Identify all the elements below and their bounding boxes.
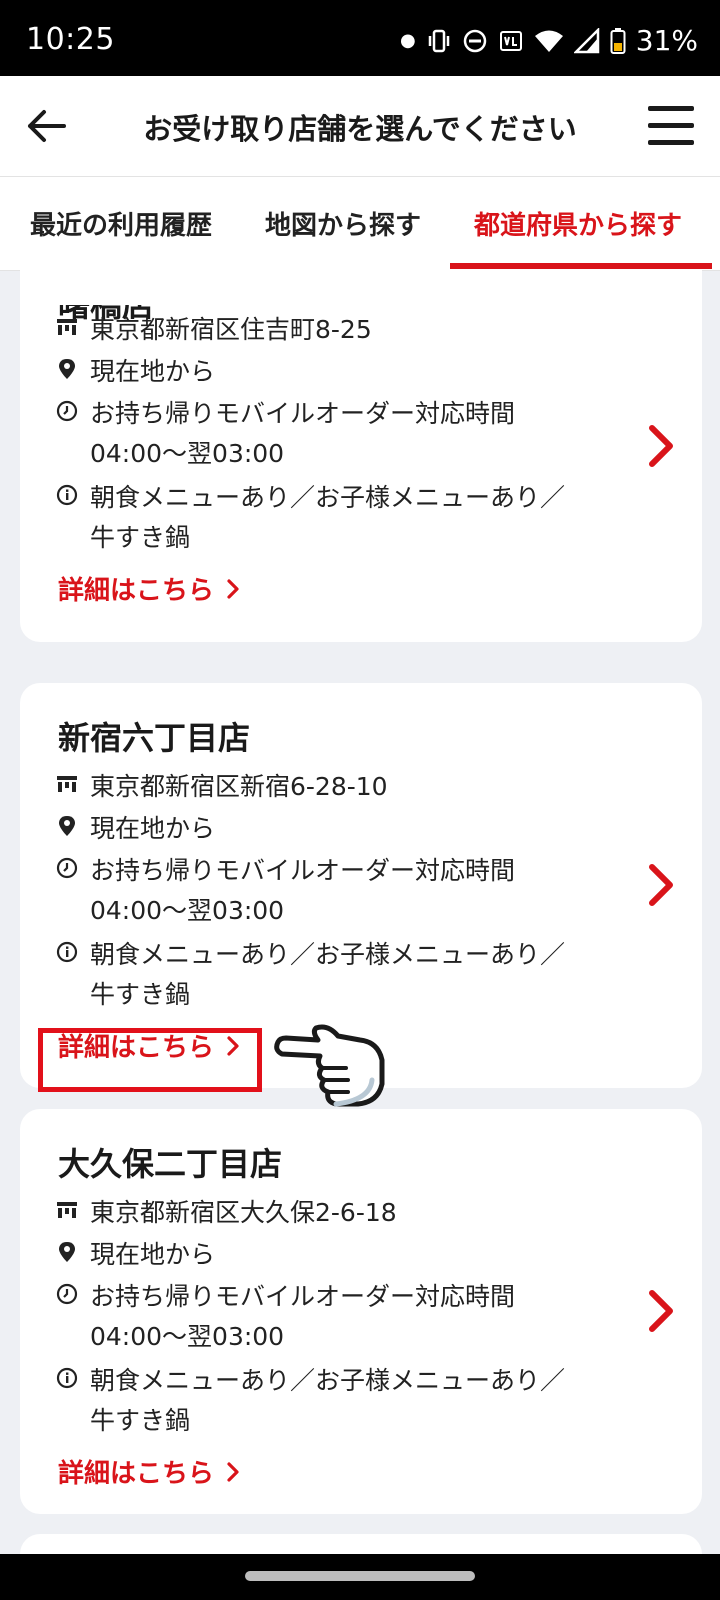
system-nav-bar bbox=[0, 1554, 720, 1600]
store-address: 東京都新宿区新宿6-28-10 bbox=[90, 772, 388, 801]
store-card[interactable] bbox=[20, 1534, 702, 1554]
status-icons: ● 31% bbox=[400, 24, 698, 57]
battery-icon bbox=[610, 27, 626, 54]
clock-icon bbox=[56, 400, 78, 422]
store-info: 朝食メニューあり／お子様メニューあり／ bbox=[90, 1366, 566, 1395]
notification-dot-icon: ● bbox=[400, 30, 416, 51]
store-distance: 現在地から bbox=[90, 357, 216, 386]
store-hours-label: お持ち帰りモバイルオーダー対応時間 bbox=[90, 399, 516, 428]
home-gesture-handle[interactable] bbox=[245, 1571, 475, 1581]
store-address: 東京都新宿区住吉町8-25 bbox=[90, 315, 372, 344]
wifi-icon bbox=[534, 30, 563, 52]
store-hours-label: お持ち帰りモバイルオーダー対応時間 bbox=[90, 1282, 516, 1311]
store-distance-row: 現在地から bbox=[56, 1235, 215, 1275]
store-distance-row: 現在地から bbox=[56, 352, 215, 392]
signal-icon bbox=[573, 27, 600, 53]
store-info-row: 朝食メニューあり／お子様メニューあり／ 牛すき鍋 bbox=[56, 1361, 565, 1441]
store-building-icon bbox=[57, 319, 77, 335]
store-hours-row: お持ち帰りモバイルオーダー対応時間 04:00〜翌03:00 bbox=[56, 394, 515, 474]
chevron-right-icon bbox=[227, 578, 239, 599]
hamburger-menu-icon[interactable] bbox=[648, 106, 694, 146]
app-header: お受け取り店舗を選んでください bbox=[0, 76, 720, 177]
store-name: 新宿六丁目店 bbox=[58, 719, 251, 757]
store-hours-row: お持ち帰りモバイルオーダー対応時間 04:00〜翌03:00 bbox=[56, 1277, 515, 1357]
info-icon bbox=[56, 941, 78, 963]
store-address-row: 東京都新宿区大久保2-6-18 bbox=[56, 1193, 397, 1233]
active-tab-indicator bbox=[450, 263, 712, 269]
clock-icon bbox=[56, 857, 78, 879]
pointing-hand-icon bbox=[274, 1024, 385, 1107]
do-not-disturb-icon bbox=[463, 29, 487, 52]
battery-level: 31% bbox=[635, 24, 698, 57]
store-detail-link[interactable]: 詳細はこちら bbox=[58, 1453, 240, 1490]
store-select-chevron-icon[interactable] bbox=[646, 424, 676, 468]
location-pin-icon bbox=[59, 1242, 75, 1262]
vibrate-icon bbox=[428, 29, 450, 52]
store-address-row: 東京都新宿区新宿6-28-10 bbox=[56, 767, 388, 807]
store-hours: 04:00〜翌03:00 bbox=[90, 1322, 285, 1351]
store-building-icon bbox=[57, 1202, 77, 1218]
store-select-chevron-icon[interactable] bbox=[646, 1289, 676, 1333]
store-info: 朝食メニューあり／お子様メニューあり／ bbox=[90, 940, 566, 969]
store-card[interactable]: 大久保二丁目店 東京都新宿区大久保2-6-18 現在地から お持ち帰りモバイルオ… bbox=[20, 1109, 702, 1514]
info-icon bbox=[56, 1367, 78, 1389]
store-detail-link[interactable]: 詳細はこちら bbox=[58, 570, 240, 607]
store-name: 大久保二丁目店 bbox=[58, 1145, 283, 1183]
store-info-row: 朝食メニューあり／お子様メニューあり／ 牛すき鍋 bbox=[56, 478, 565, 558]
store-info-extra: 牛すき鍋 bbox=[90, 1406, 191, 1435]
store-info: 朝食メニューあり／お子様メニューあり／ bbox=[90, 483, 566, 512]
store-building-icon bbox=[57, 776, 77, 792]
store-hours-row: お持ち帰りモバイルオーダー対応時間 04:00〜翌03:00 bbox=[56, 851, 515, 931]
store-hours-label: お持ち帰りモバイルオーダー対応時間 bbox=[90, 856, 516, 885]
store-distance: 現在地から bbox=[90, 814, 216, 843]
volte-icon bbox=[499, 30, 522, 51]
store-card[interactable]: 曙橋店 東京都新宿区住吉町8-25 現在地から お持ち帰りモバイルオーダー対応時… bbox=[20, 270, 702, 642]
page-title: お受け取り店舗を選んでください bbox=[143, 112, 577, 146]
store-info-extra: 牛すき鍋 bbox=[90, 980, 191, 1009]
location-pin-icon bbox=[59, 816, 75, 836]
store-address-row: 東京都新宿区住吉町8-25 bbox=[56, 310, 372, 350]
store-select-chevron-icon[interactable] bbox=[646, 863, 676, 907]
store-distance-row: 現在地から bbox=[56, 809, 215, 849]
location-pin-icon bbox=[59, 359, 75, 379]
store-detail-label: 詳細はこちら bbox=[58, 1459, 215, 1489]
store-list[interactable]: 曙橋店 東京都新宿区住吉町8-25 現在地から お持ち帰りモバイルオーダー対応時… bbox=[0, 270, 720, 1554]
store-info-row: 朝食メニューあり／お子様メニューあり／ 牛すき鍋 bbox=[56, 935, 565, 1015]
store-address: 東京都新宿区大久保2-6-18 bbox=[90, 1198, 397, 1227]
store-hours: 04:00〜翌03:00 bbox=[90, 896, 285, 925]
tab-recent-history[interactable]: 最近の利用履歴 bbox=[30, 205, 212, 242]
tab-bar: 最近の利用履歴 地図から探す 都道府県から探す bbox=[0, 177, 720, 271]
chevron-right-icon bbox=[227, 1461, 239, 1482]
store-hours: 04:00〜翌03:00 bbox=[90, 439, 285, 468]
status-bar: 10:25 ● 31% bbox=[0, 0, 720, 76]
info-icon bbox=[56, 484, 78, 506]
tab-search-by-prefecture[interactable]: 都道府県から探す bbox=[474, 205, 682, 242]
tab-search-by-map[interactable]: 地図から探す bbox=[265, 205, 421, 242]
store-detail-label: 詳細はこちら bbox=[58, 576, 215, 606]
store-info-extra: 牛すき鍋 bbox=[90, 523, 191, 552]
clock-icon bbox=[56, 1283, 78, 1305]
highlight-box bbox=[38, 1028, 262, 1092]
status-time: 10:25 bbox=[26, 22, 115, 57]
store-distance: 現在地から bbox=[90, 1240, 216, 1269]
